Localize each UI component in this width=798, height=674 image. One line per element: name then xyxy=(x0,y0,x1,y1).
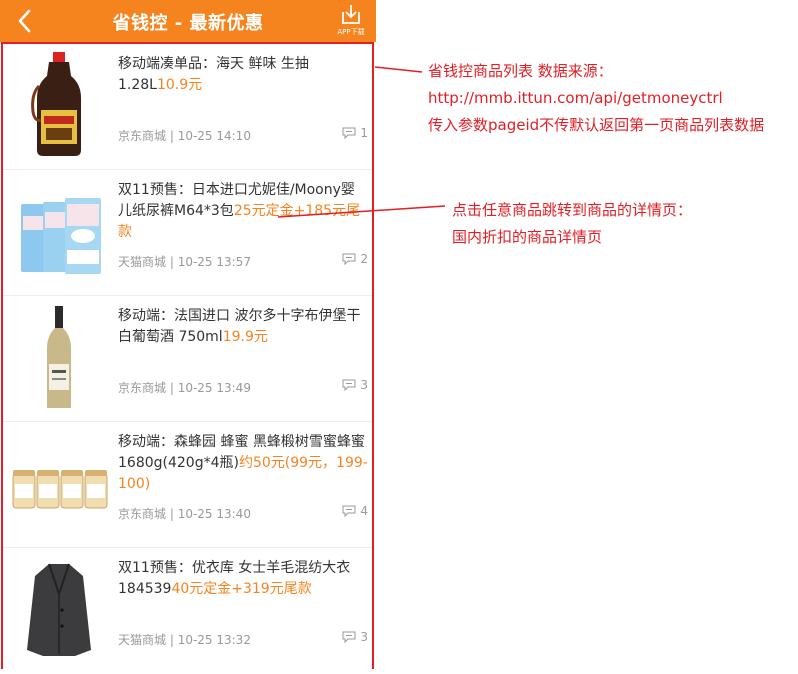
annotation-text: 国内折扣的商品详情页 xyxy=(452,228,603,246)
annotation-text: 省钱控商品列表 数据来源： xyxy=(428,62,613,80)
annotation-list-note: 省钱控商品列表 数据来源： http://mmb.ittun.com/api/g… xyxy=(428,58,764,139)
annotation-line-detail xyxy=(277,205,446,218)
annotation-text: 点击任意商品跳转到商品的详情页： xyxy=(452,201,693,219)
annotation-text: 传入参数pageid不传默认返回第一页商品列表数据 xyxy=(428,116,765,134)
annotation-detail-note: 点击任意商品跳转到商品的详情页： 国内折扣的商品详情页 xyxy=(452,197,692,251)
annotation-text: http://mmb.ittun.com/api/getmoneyctrl xyxy=(428,89,723,107)
annotation-line-list xyxy=(374,66,423,73)
